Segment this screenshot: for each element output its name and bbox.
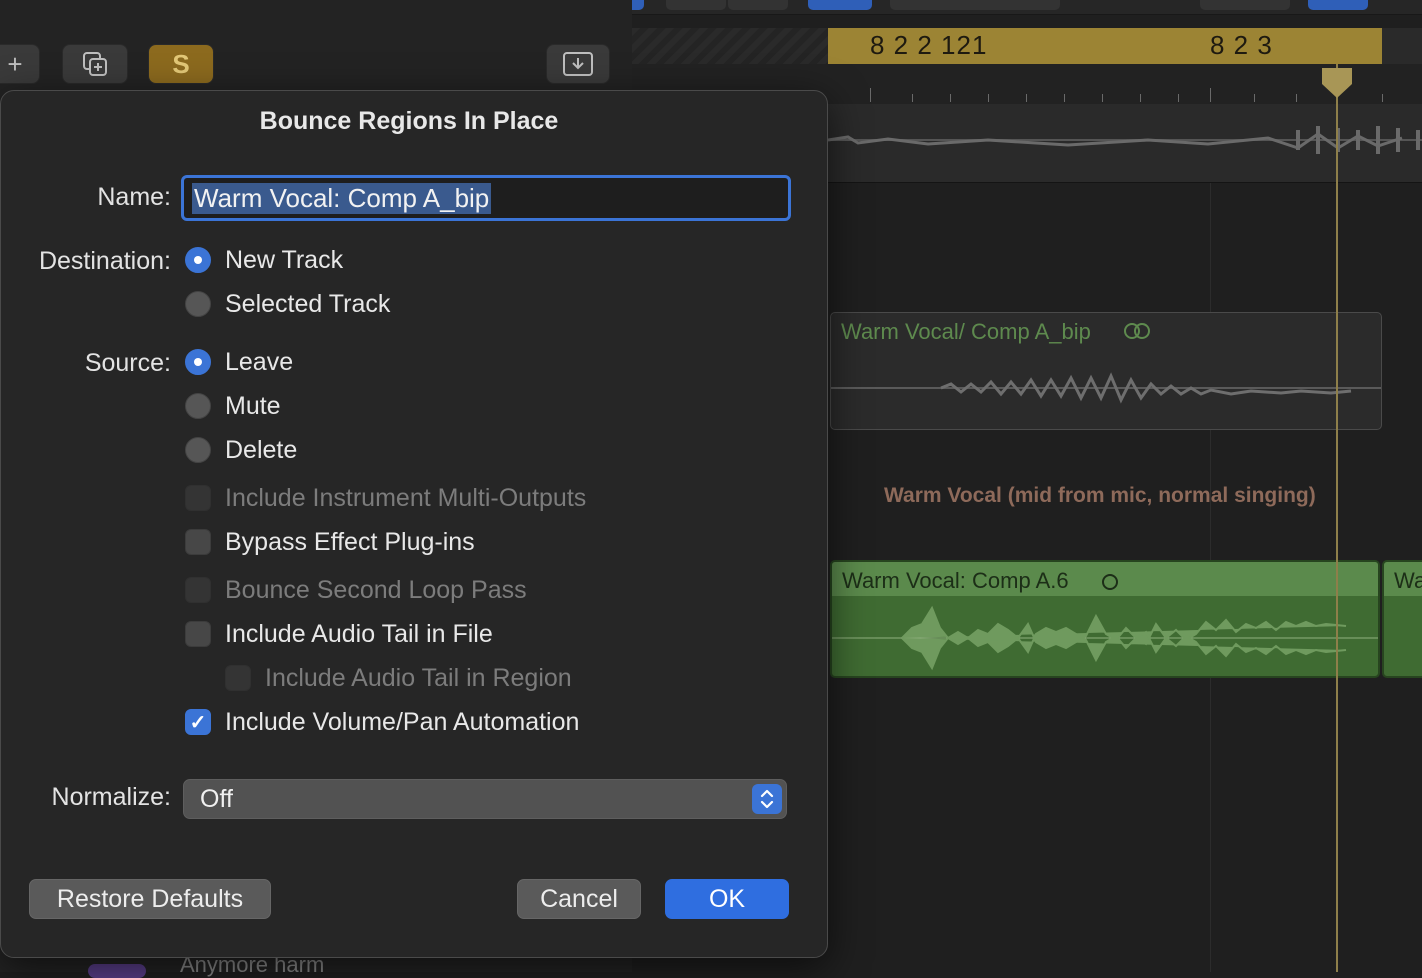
checkbox-bounce-second-loop-pass[interactable]: Bounce Second Loop Pass [185, 573, 527, 607]
radio-button[interactable] [185, 247, 211, 273]
checkbox[interactable] [185, 485, 211, 511]
add-track-button[interactable]: + [0, 44, 40, 84]
name-label: Name: [97, 183, 171, 211]
ruler-tick [1210, 88, 1211, 102]
audio-region[interactable]: Warm Vocal/ Comp A_bip [830, 312, 1382, 430]
ruler-tick [988, 94, 989, 102]
duplicate-icon [83, 52, 107, 76]
region-label: Wa [1394, 568, 1422, 593]
checkbox[interactable] [225, 665, 251, 691]
ruler-marker: 8 2 2 121 [870, 30, 988, 60]
checkbox-instrument-multi-outputs[interactable]: Include Instrument Multi-Outputs [185, 481, 586, 515]
waveform [831, 372, 1381, 404]
radio-delete[interactable]: Delete [185, 433, 297, 467]
waveform [828, 126, 1422, 154]
checkbox-label: Include Audio Tail in File [225, 619, 493, 648]
playhead-handle-icon[interactable] [1320, 66, 1354, 100]
checkmark-icon: ✓ [189, 711, 207, 734]
ruler-tick [1178, 94, 1179, 102]
playhead[interactable] [1336, 64, 1338, 972]
toolbar-segment[interactable] [890, 0, 1060, 10]
name-input[interactable]: Warm Vocal: Comp A_bip [181, 175, 791, 221]
radio-button[interactable] [185, 291, 211, 317]
radio-button[interactable] [185, 393, 211, 419]
track-color-pill [88, 964, 146, 978]
checkbox[interactable]: ✓ [185, 709, 211, 735]
solo-label: S [172, 48, 190, 79]
audio-region[interactable]: Wa [1382, 560, 1422, 678]
radio-button[interactable] [185, 349, 211, 375]
waveform [832, 605, 1378, 671]
checkbox-audio-tail-in-region[interactable]: Include Audio Tail in Region [225, 661, 572, 695]
loop-circle-icon [1102, 574, 1118, 590]
toolbar-segment-active[interactable] [1308, 0, 1368, 10]
ruler-tick [1140, 94, 1141, 102]
toolbar-segment[interactable] [1200, 0, 1290, 10]
ruler-tick [1102, 94, 1103, 102]
checkbox-label: Bounce Second Loop Pass [225, 575, 527, 604]
ruler-tick [1064, 94, 1065, 102]
toolbar-segment-active[interactable] [808, 0, 872, 10]
ruler-tick [1382, 94, 1383, 102]
cancel-button[interactable]: Cancel [517, 879, 641, 919]
track-lane[interactable] [828, 104, 1422, 182]
source-label: Source: [84, 349, 171, 377]
linked-rings-icon [1124, 323, 1150, 339]
ruler-tick [1254, 94, 1255, 102]
checkbox-label: Include Volume/Pan Automation [225, 707, 580, 736]
radio-new-track[interactable]: New Track [185, 243, 343, 277]
lane-divider [828, 182, 1422, 183]
radio-mute[interactable]: Mute [185, 389, 281, 423]
checkbox[interactable] [185, 529, 211, 555]
checkbox-audio-tail-in-file[interactable]: Include Audio Tail in File [185, 617, 493, 651]
toolbar-segment[interactable] [666, 0, 726, 10]
checkbox-label: Include Audio Tail in Region [265, 663, 572, 692]
restore-defaults-button[interactable]: Restore Defaults [29, 879, 271, 919]
ruler-marker: 8 2 3 [1210, 30, 1273, 60]
checkbox-volume-pan-automation[interactable]: ✓ Include Volume/Pan Automation [185, 705, 579, 739]
checkbox[interactable] [185, 621, 211, 647]
radio-label: Leave [225, 347, 294, 376]
ruler-area[interactable] [1382, 28, 1422, 64]
bounce-in-place-dialog: Bounce Regions In Place Name: Warm Vocal… [0, 90, 828, 958]
radio-label: Mute [225, 391, 281, 420]
checkbox[interactable] [185, 577, 211, 603]
grid-line [1210, 104, 1211, 972]
dialog-title: Bounce Regions In Place [259, 107, 559, 135]
ruler-tick [1026, 94, 1027, 102]
radio-leave[interactable]: Leave [185, 345, 293, 379]
normalize-value: Off [200, 784, 233, 813]
normalize-select[interactable]: Off [183, 779, 787, 819]
ruler-tick [950, 94, 951, 102]
download-button[interactable] [546, 44, 610, 84]
plus-icon: + [7, 48, 23, 79]
name-input-value: Warm Vocal: Comp A_bip [192, 182, 492, 214]
radio-button[interactable] [185, 437, 211, 463]
checkbox-label: Include Instrument Multi-Outputs [225, 483, 587, 512]
destination-label: Destination: [38, 247, 171, 275]
duplicate-track-button[interactable] [62, 44, 128, 84]
region-label: Warm Vocal/ Comp A_bip [841, 319, 1091, 344]
region-label: Warm Vocal: Comp A.6 [842, 568, 1069, 593]
radio-label: Selected Track [225, 289, 391, 318]
radio-selected-track[interactable]: Selected Track [185, 287, 390, 321]
toolbar-segment[interactable] [728, 0, 788, 10]
select-arrows-icon [752, 784, 782, 814]
ruler-area[interactable] [632, 28, 828, 64]
ruler-tick [912, 94, 913, 102]
audio-region-selected[interactable]: Warm Vocal: Comp A.6 [830, 560, 1380, 678]
radio-label: New Track [225, 245, 344, 274]
track-title: Warm Vocal (mid from mic, normal singing… [884, 484, 1316, 507]
normalize-label: Normalize: [51, 783, 171, 811]
checkbox-label: Bypass Effect Plug-ins [225, 527, 475, 556]
ruler-tick [1296, 94, 1297, 102]
solo-button[interactable]: S [148, 44, 214, 84]
radio-label: Delete [225, 435, 298, 464]
checkbox-bypass-effect-plugins[interactable]: Bypass Effect Plug-ins [185, 525, 475, 559]
download-tray-icon [563, 52, 593, 76]
ruler-tick [870, 88, 871, 102]
ok-button[interactable]: OK [665, 879, 789, 919]
